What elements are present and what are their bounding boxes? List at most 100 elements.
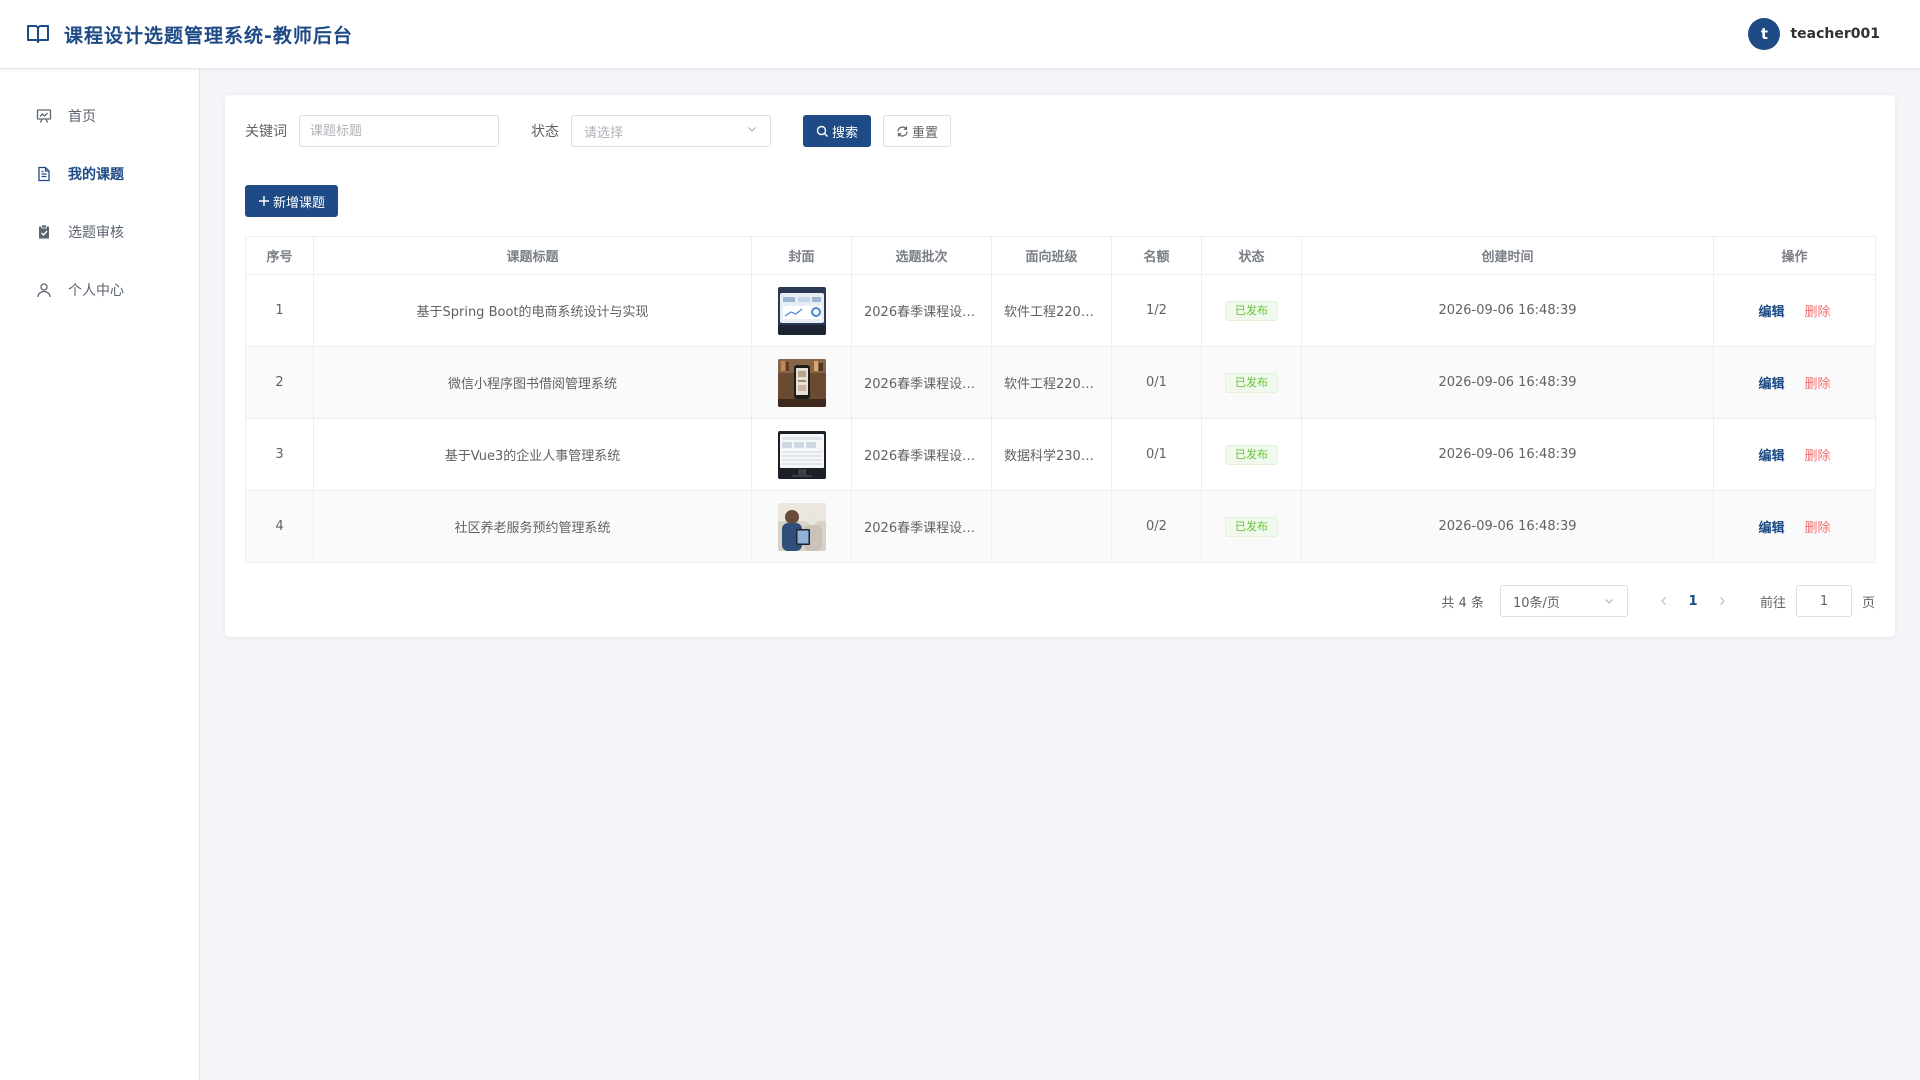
edit-button[interactable]: 编辑	[1758, 373, 1784, 392]
avatar[interactable]: t	[1748, 18, 1781, 50]
sidebar-item-label: 个人中心	[68, 283, 124, 299]
sidebar-item-label: 我的课题	[68, 167, 124, 183]
row-status-cell: 已发布	[1201, 346, 1302, 419]
username[interactable]: teacher001	[1790, 26, 1880, 42]
column-header-created: 创建时间	[1301, 236, 1714, 275]
open-book-icon	[26, 22, 50, 46]
status-select[interactable]: 请选择	[571, 115, 771, 147]
brand: 课程设计选题管理系统-教师后台	[26, 21, 353, 48]
row-classes	[991, 490, 1112, 563]
row-title: 基于Spring Boot的电商系统设计与实现	[313, 274, 752, 347]
add-topic-button[interactable]: 新增课题	[245, 185, 339, 217]
row-title: 社区养老服务预约管理系统	[313, 490, 752, 563]
chevron-down-icon	[1603, 595, 1615, 607]
delete-button[interactable]: 删除	[1805, 517, 1831, 536]
main-card: 关键词 状态 请选择 搜索 重置 新增课题	[225, 95, 1895, 637]
reset-button[interactable]: 重置	[883, 115, 952, 147]
cover-thumbnail[interactable]	[777, 430, 826, 479]
table-row: 2 微信小程序图书借阅管理系统 2026春季课程设计选题 软件工程2202班 0…	[245, 346, 1876, 419]
row-index: 4	[245, 490, 314, 563]
row-quota: 1/2	[1111, 274, 1202, 347]
keyword-input[interactable]	[299, 115, 499, 147]
page-size-select[interactable]: 10条/页	[1499, 585, 1628, 617]
goto-label: 前往	[1759, 595, 1786, 611]
sidebar-item-topic-review[interactable]: 选题审核	[0, 203, 199, 261]
table-row: 3 基于Vue3的企业人事管理系统 2026春季课程设计选题 数据科学2301班…	[245, 418, 1876, 491]
status-badge: 已发布	[1225, 444, 1278, 465]
user-menu[interactable]: t teacher001	[1748, 18, 1880, 50]
row-index: 1	[245, 274, 314, 347]
row-cover-cell	[751, 490, 852, 563]
delete-button[interactable]: 删除	[1805, 301, 1831, 320]
sidebar-item-home[interactable]: 首页	[0, 87, 199, 145]
page-suffix: 页	[1861, 595, 1875, 611]
row-batch: 2026春季课程设计选题	[851, 346, 992, 419]
edit-button[interactable]: 编辑	[1758, 445, 1784, 464]
row-index: 3	[245, 418, 314, 491]
row-classes: 软件工程2202班	[991, 346, 1112, 419]
row-actions-cell: 编辑 删除	[1713, 418, 1876, 491]
presentation-icon	[36, 108, 52, 124]
row-cover-cell	[751, 418, 852, 491]
column-header-quota: 名额	[1111, 236, 1202, 275]
row-classes: 数据科学2301班	[991, 418, 1112, 491]
row-quota: 0/2	[1111, 490, 1202, 563]
plus-icon	[258, 195, 270, 207]
table-row: 1 基于Spring Boot的电商系统设计与实现 2026春季课程设计选题 软…	[245, 274, 1876, 347]
row-status-cell: 已发布	[1201, 490, 1302, 563]
sidebar-item-label: 首页	[68, 109, 96, 125]
pagination: 共 4 条 10条/页 1 前往 页	[1441, 585, 1875, 617]
delete-button[interactable]: 删除	[1805, 373, 1831, 392]
row-index: 2	[245, 346, 314, 419]
chevron-down-icon	[746, 123, 758, 139]
delete-button[interactable]: 删除	[1805, 445, 1831, 464]
prev-page-button[interactable]	[1650, 587, 1678, 615]
refresh-icon	[896, 125, 909, 138]
row-actions-cell: 编辑 删除	[1713, 274, 1876, 347]
sidebar-item-my-topics[interactable]: 我的课题	[0, 145, 199, 203]
next-page-button[interactable]	[1708, 587, 1736, 615]
column-header-classes: 面向班级	[991, 236, 1112, 275]
column-header-cover: 封面	[751, 236, 852, 275]
row-cover-cell	[751, 346, 852, 419]
row-created: 2026-09-06 16:48:39	[1301, 418, 1714, 491]
chevron-left-icon	[1661, 597, 1666, 605]
search-button-label: 搜索	[832, 125, 859, 141]
row-title: 微信小程序图书借阅管理系统	[313, 346, 752, 419]
reset-button-label: 重置	[912, 125, 939, 141]
row-status-cell: 已发布	[1201, 274, 1302, 347]
table-row: 4 社区养老服务预约管理系统 2026春季课程设计选题 0/2 已发布 2026…	[245, 490, 1876, 563]
row-batch: 2026春季课程设计选题	[851, 274, 992, 347]
status-badge: 已发布	[1225, 516, 1278, 537]
status-select-placeholder: 请选择	[584, 125, 624, 141]
keyword-label: 关键词	[245, 124, 287, 140]
add-topic-label: 新增课题	[273, 195, 326, 211]
status-label: 状态	[531, 124, 559, 140]
page-jump-input[interactable]	[1795, 585, 1852, 617]
status-badge: 已发布	[1225, 372, 1278, 393]
status-badge: 已发布	[1225, 300, 1278, 321]
row-quota: 0/1	[1111, 418, 1202, 491]
cover-thumbnail[interactable]	[777, 286, 826, 335]
top-header: 课程设计选题管理系统-教师后台 t teacher001	[0, 0, 1920, 69]
cover-thumbnail[interactable]	[777, 358, 826, 407]
sidebar-item-label: 选题审核	[68, 225, 124, 241]
chevron-right-icon	[1720, 597, 1725, 605]
row-classes: 软件工程2201班	[991, 274, 1112, 347]
row-batch: 2026春季课程设计选题	[851, 418, 992, 491]
row-status-cell: 已发布	[1201, 418, 1302, 491]
search-button[interactable]: 搜索	[803, 115, 872, 147]
pagination-total: 共 4 条	[1441, 595, 1484, 611]
row-created: 2026-09-06 16:48:39	[1301, 490, 1714, 563]
page-number-current[interactable]: 1	[1678, 594, 1708, 609]
edit-button[interactable]: 编辑	[1758, 517, 1784, 536]
clipboard-check-icon	[36, 224, 52, 240]
row-cover-cell	[751, 274, 852, 347]
column-header-index: 序号	[245, 236, 314, 275]
cover-thumbnail[interactable]	[777, 502, 826, 551]
sidebar-item-profile[interactable]: 个人中心	[0, 261, 199, 319]
document-icon	[36, 166, 52, 182]
edit-button[interactable]: 编辑	[1758, 301, 1784, 320]
row-created: 2026-09-06 16:48:39	[1301, 346, 1714, 419]
page-jump: 前往 页	[1760, 585, 1875, 617]
